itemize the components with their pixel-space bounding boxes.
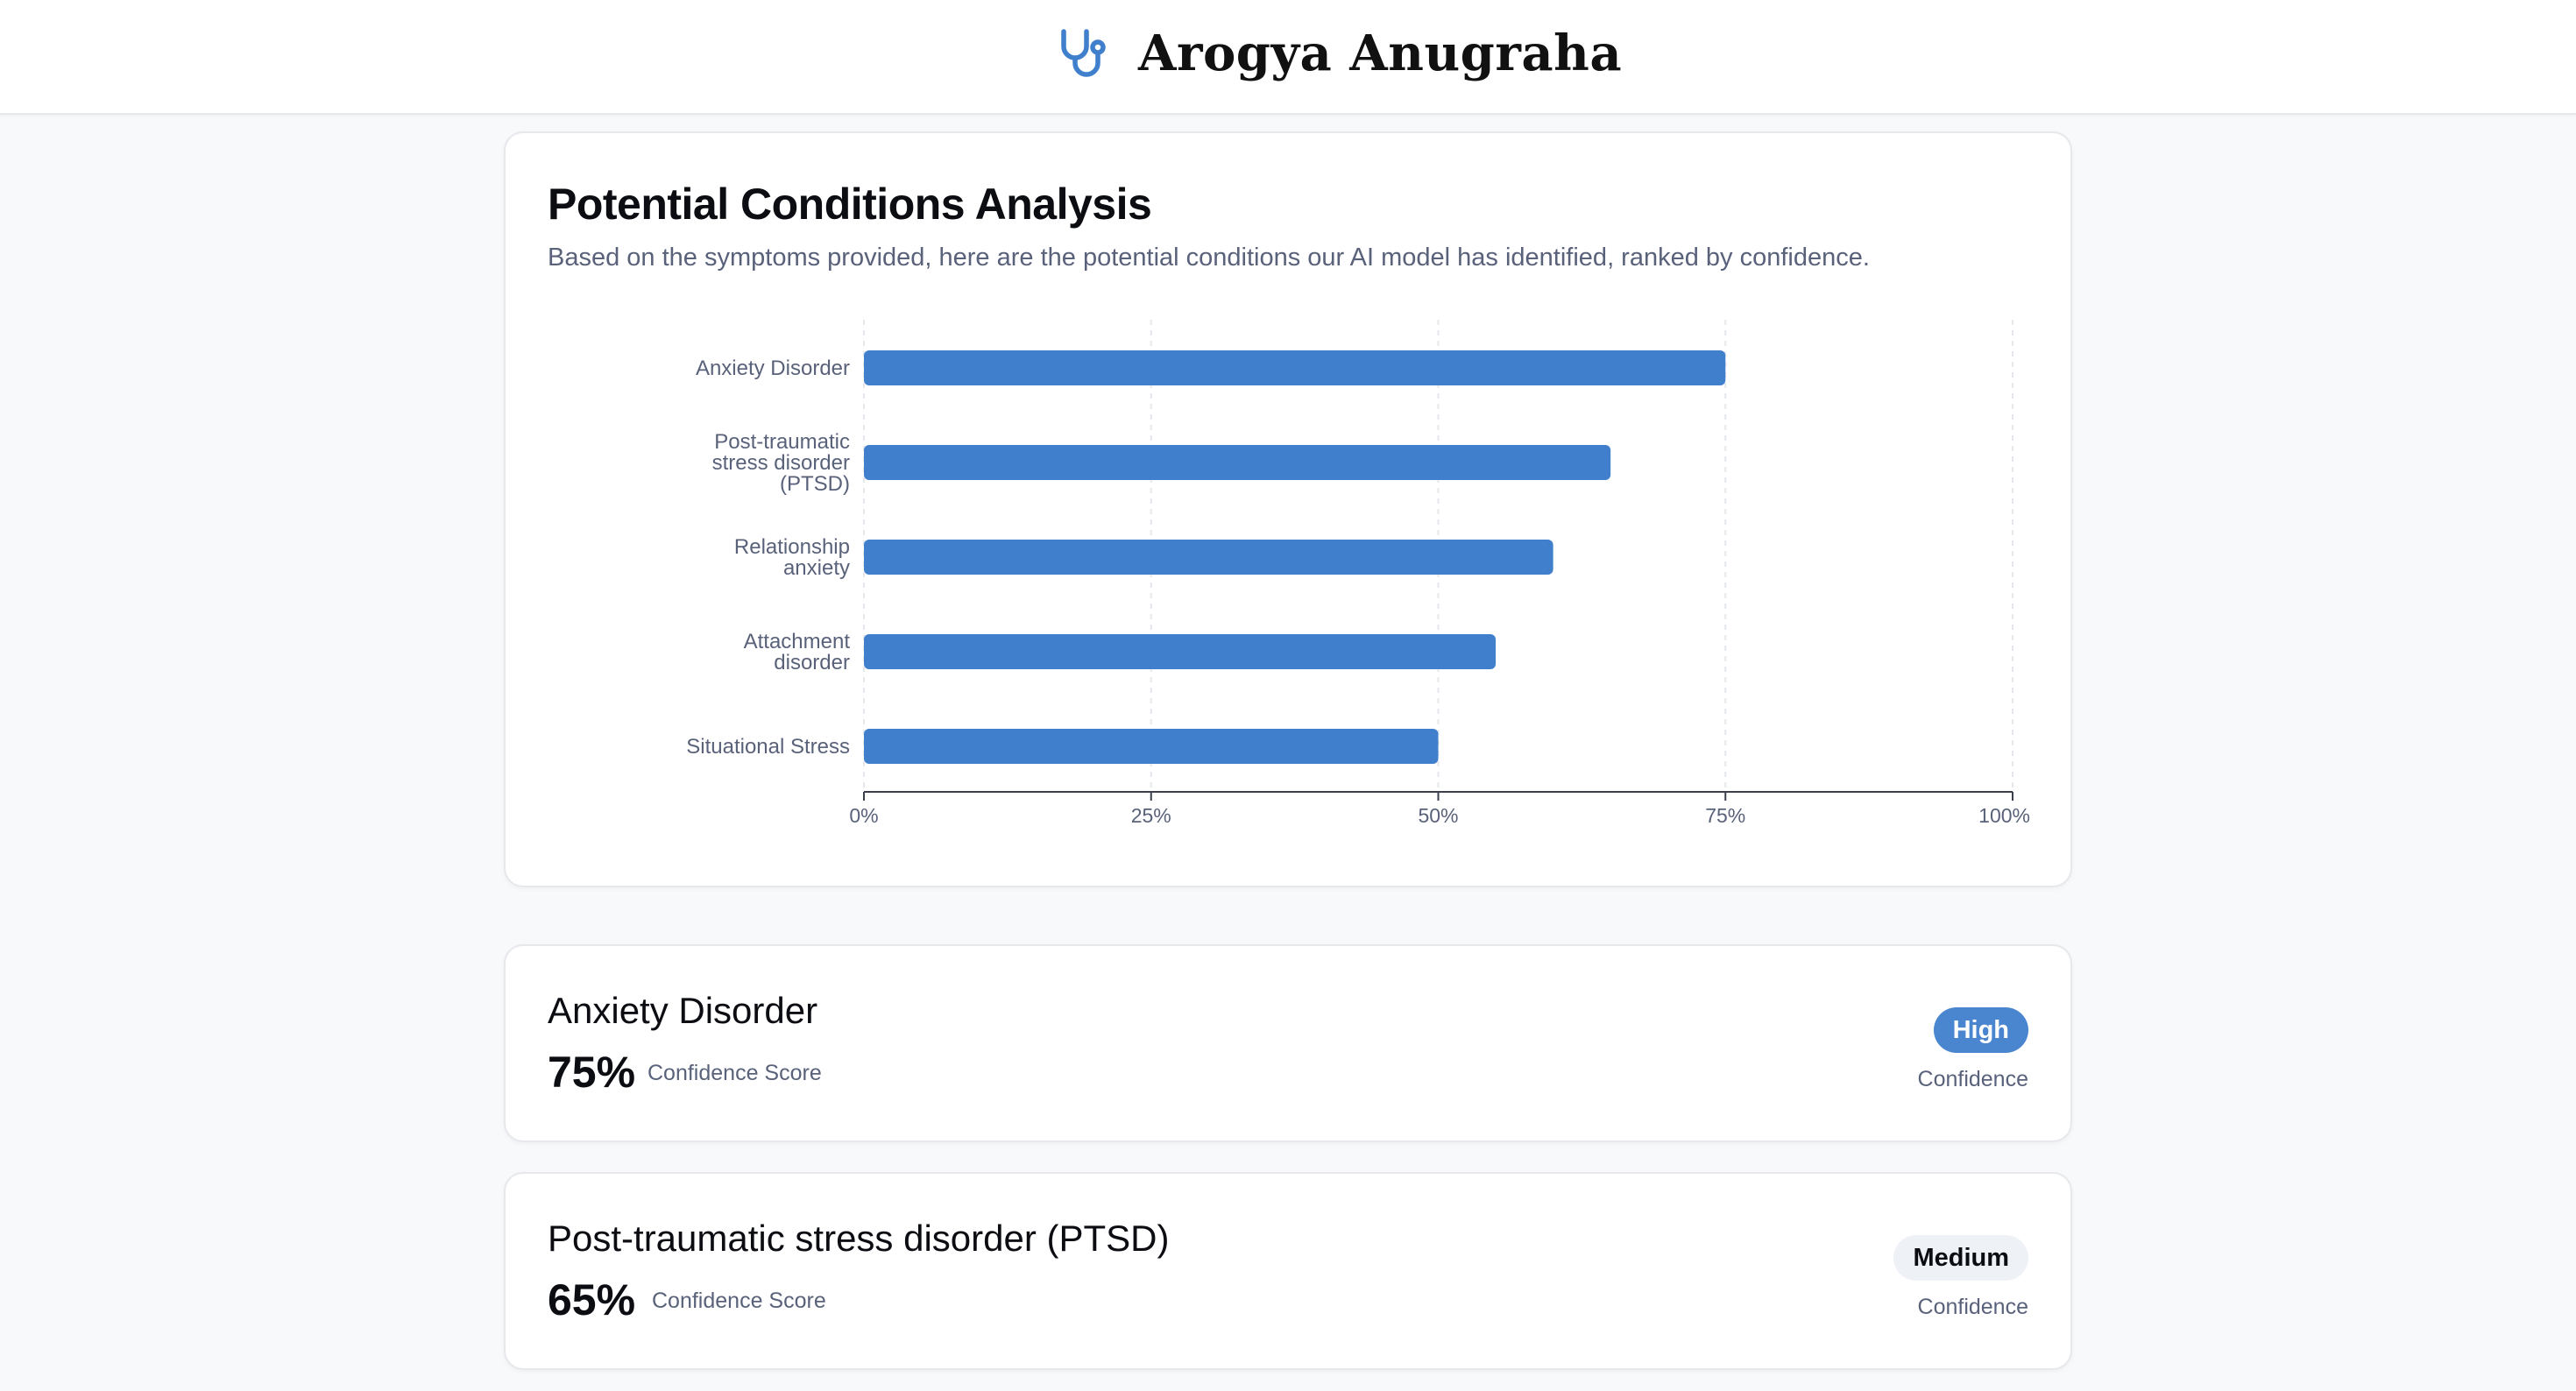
chart-bar — [864, 634, 1497, 669]
app-title: Arogya Anugraha — [1138, 25, 1623, 82]
confidence-level-badge: High — [1933, 1007, 2028, 1053]
confidence-score: 75% — [548, 1048, 636, 1097]
chart-bar — [864, 445, 1611, 480]
chart-bar — [864, 540, 1553, 575]
x-tick-label: 25% — [1131, 804, 1171, 827]
x-tick-label: 75% — [1705, 804, 1745, 827]
confidence-level-badge: Medium — [1893, 1235, 2028, 1281]
chart-bar — [864, 729, 1439, 764]
condition-card[interactable]: Anxiety Disorder 75% Confidence Score Hi… — [504, 944, 2072, 1142]
top-bar: Arogya Anugraha — [0, 0, 2576, 115]
y-tick-label: Situational Stress — [686, 735, 850, 759]
confidence-score-label: Confidence Score — [648, 1061, 822, 1085]
chart-bar — [864, 350, 1726, 385]
confidence-level-label: Confidence — [1917, 1295, 2028, 1319]
y-tick-label: Relationship anxiety — [734, 535, 850, 580]
confidence-score-label: Confidence Score — [652, 1289, 826, 1313]
y-tick-label: Attachment disorder — [744, 630, 851, 674]
confidence-level-label: Confidence — [1917, 1067, 2028, 1091]
y-tick-label: Post-traumatic stress disorder (PTSD) — [712, 430, 850, 496]
condition-name: Post-traumatic stress disorder (PTSD) — [548, 1218, 1170, 1259]
x-tick-label: 50% — [1418, 804, 1458, 827]
condition-name: Anxiety Disorder — [548, 990, 818, 1031]
confidence-score: 65% — [548, 1275, 636, 1324]
y-tick-label: Anxiety Disorder — [696, 357, 850, 380]
stethoscope-icon — [1061, 29, 1106, 77]
brand[interactable]: Arogya Anugraha — [1056, 23, 1622, 84]
x-tick-label: 0% — [849, 804, 878, 827]
conditions-bar-chart: 0% 25% 50% 75% 100% Anxiety Disorder Post-trau… — [686, 320, 2030, 827]
condition-card[interactable]: Post-traumatic stress disorder (PTSD) 65… — [504, 1172, 2072, 1370]
x-tick-label: 100% — [1978, 804, 2030, 827]
analysis-card: Potential Conditions Analysis Based on t… — [504, 131, 2072, 887]
